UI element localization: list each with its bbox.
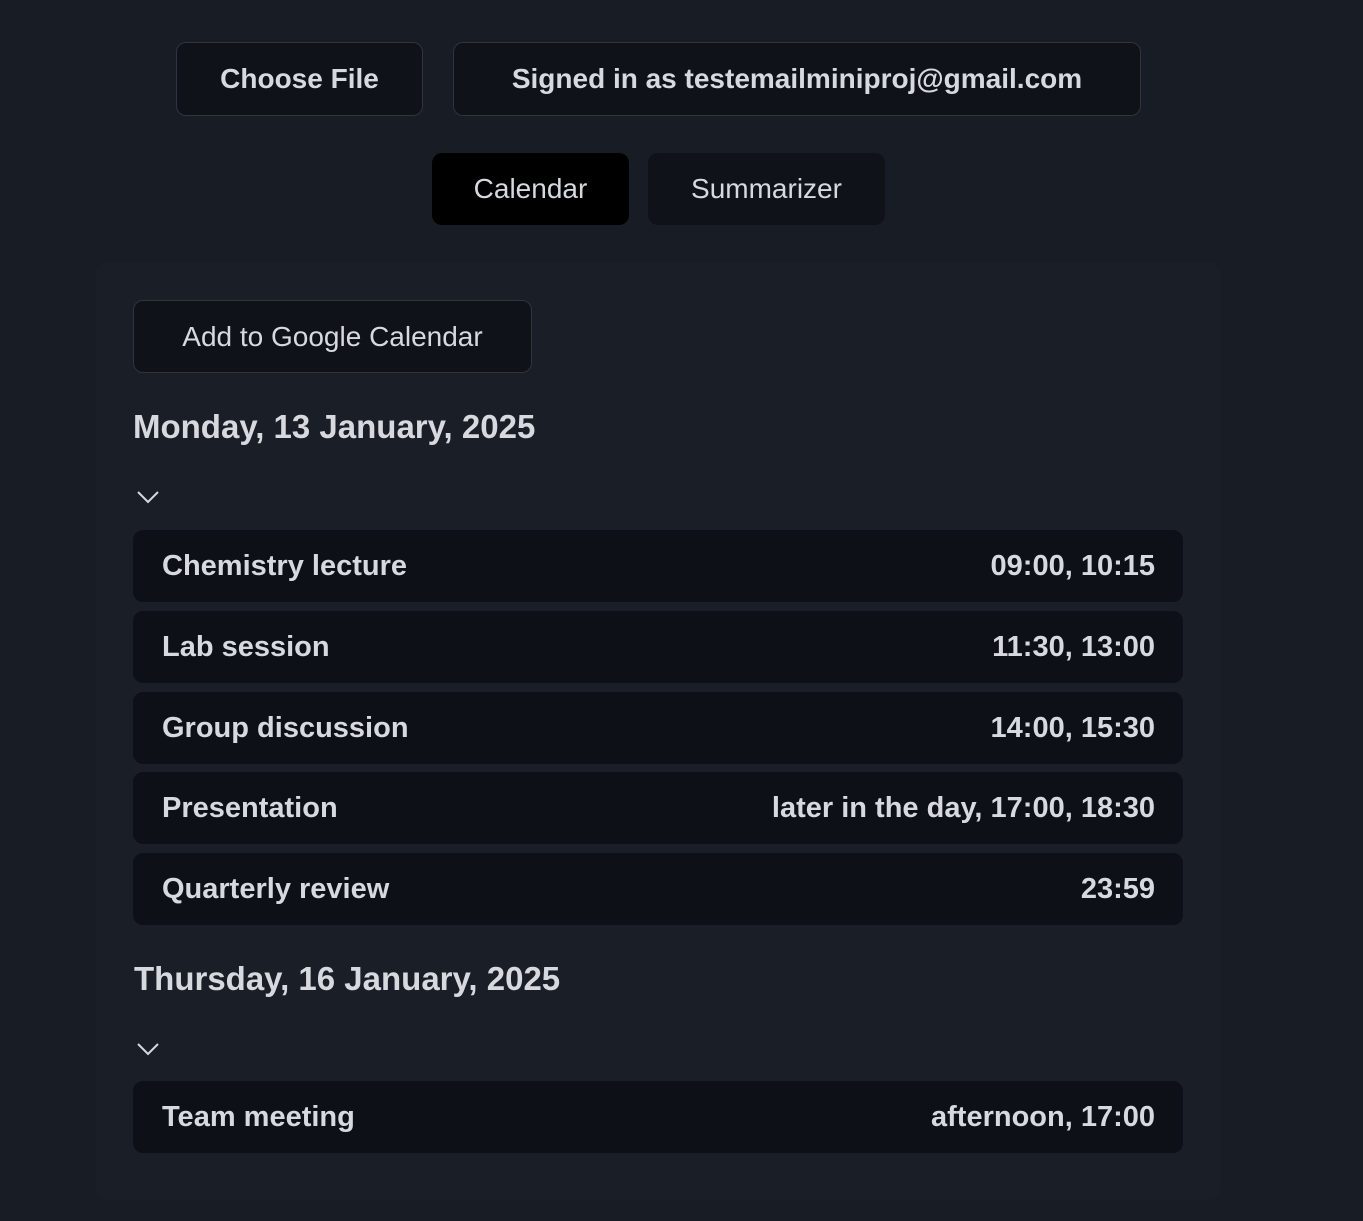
signed-in-button[interactable]: Signed in as testemailminiproj@gmail.com bbox=[453, 42, 1141, 116]
event-row[interactable]: Team meeting afternoon, 17:00 bbox=[133, 1081, 1183, 1153]
event-title: Quarterly review bbox=[162, 872, 390, 905]
day-heading: Monday, 13 January, 2025 bbox=[133, 408, 536, 445]
event-row[interactable]: Quarterly review 23:59 bbox=[133, 853, 1183, 925]
event-row[interactable]: Chemistry lecture 09:00, 10:15 bbox=[133, 530, 1183, 602]
event-time: afternoon, 17:00 bbox=[931, 1100, 1155, 1133]
event-row[interactable]: Presentation later in the day, 17:00, 18… bbox=[133, 772, 1183, 844]
add-to-google-calendar-button[interactable]: Add to Google Calendar bbox=[133, 300, 532, 373]
event-row[interactable]: Lab session 11:30, 13:00 bbox=[133, 611, 1183, 683]
event-title: Group discussion bbox=[162, 711, 409, 744]
tab-summarizer[interactable]: Summarizer bbox=[648, 153, 885, 225]
event-title: Presentation bbox=[162, 791, 338, 824]
event-title: Chemistry lecture bbox=[162, 549, 407, 582]
event-title: Lab session bbox=[162, 630, 330, 663]
event-title: Team meeting bbox=[162, 1100, 355, 1133]
event-time: 23:59 bbox=[1080, 872, 1155, 905]
top-bar: Choose File Signed in as testemailminipr… bbox=[176, 42, 1141, 116]
day-heading: Thursday, 16 January, 2025 bbox=[134, 960, 561, 997]
tab-calendar[interactable]: Calendar bbox=[432, 153, 629, 225]
event-time: 14:00, 15:30 bbox=[990, 711, 1155, 744]
event-time: 11:30, 13:00 bbox=[992, 630, 1155, 663]
tab-bar: Calendar Summarizer bbox=[432, 153, 885, 225]
event-time: 09:00, 10:15 bbox=[990, 549, 1155, 582]
calendar-panel: Add to Google Calendar Monday, 13 Januar… bbox=[96, 262, 1221, 1200]
chevron-down-icon[interactable] bbox=[136, 489, 160, 505]
event-time: later in the day, 17:00, 18:30 bbox=[771, 791, 1155, 824]
chevron-down-icon[interactable] bbox=[136, 1041, 160, 1057]
choose-file-button[interactable]: Choose File bbox=[176, 42, 423, 116]
event-row[interactable]: Group discussion 14:00, 15:30 bbox=[133, 692, 1183, 764]
